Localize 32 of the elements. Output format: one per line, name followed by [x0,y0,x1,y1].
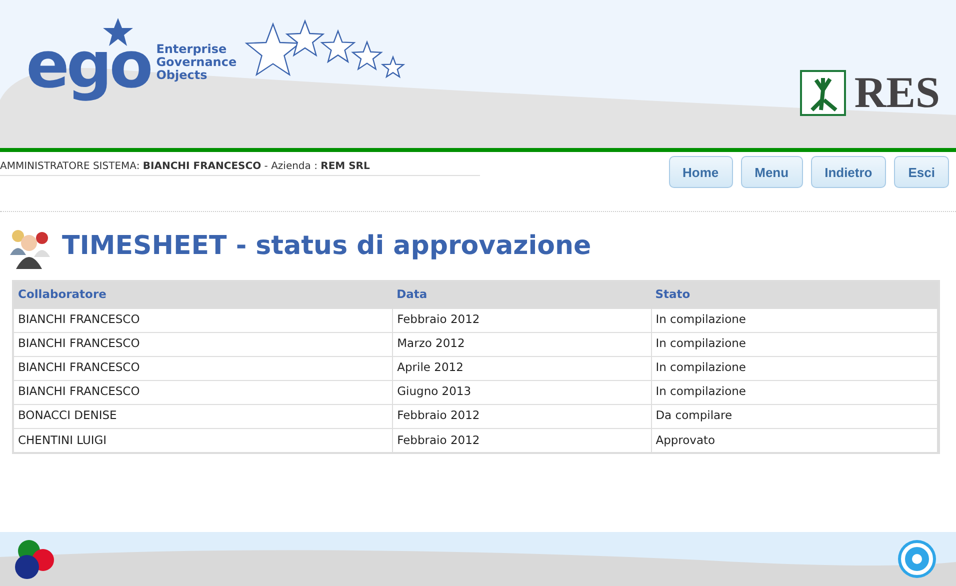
table-cell: BIANCHI FRANCESCO [14,308,393,332]
logo-tagline: Enterprise Governance Objects [156,43,237,83]
nav-button[interactable]: Indietro [810,156,886,188]
table-cell: BIANCHI FRANCESCO [14,332,393,356]
table-cell: In compilazione [651,332,938,356]
table-cell: In compilazione [651,308,938,332]
table-cell: BIANCHI FRANCESCO [14,380,393,404]
table-cell: In compilazione [651,380,938,404]
partner-logo-text: RES [854,71,940,115]
user-info: AMMINISTRATORE SISTEMA: BIANCHI FRANCESCO - Azienda : REM SRL [0,156,480,176]
table-cell: Marzo 2012 [392,332,652,356]
chat-icon [896,538,938,580]
table-cell: BONACCI DENISE [14,404,393,428]
table-cell: Febbraio 2012 [392,404,652,428]
table-cell: Febbraio 2012 [392,308,652,332]
column-header: Data [392,282,652,308]
table-cell: Aprile 2012 [392,356,652,380]
table-cell: In compilazione [651,356,938,380]
table-cell: Febbraio 2012 [392,428,652,452]
column-header: Stato [651,282,938,308]
page-title: TIMESHEET - status di approvazione [62,231,592,261]
table-cell: Approvato [651,428,938,452]
table-cell: Da compilare [651,404,938,428]
tree-icon [800,70,846,116]
table-cell: Giugno 2013 [392,380,652,404]
table-cell: BIANCHI FRANCESCO [14,356,393,380]
table-cell: CHENTINI LUIGI [14,428,393,452]
star-icon [103,18,133,46]
nav-button[interactable]: Home [668,156,733,188]
nav-button[interactable]: Esci [894,156,949,188]
nav-button[interactable]: Menu [740,156,803,188]
column-header: Collaboratore [14,282,393,308]
